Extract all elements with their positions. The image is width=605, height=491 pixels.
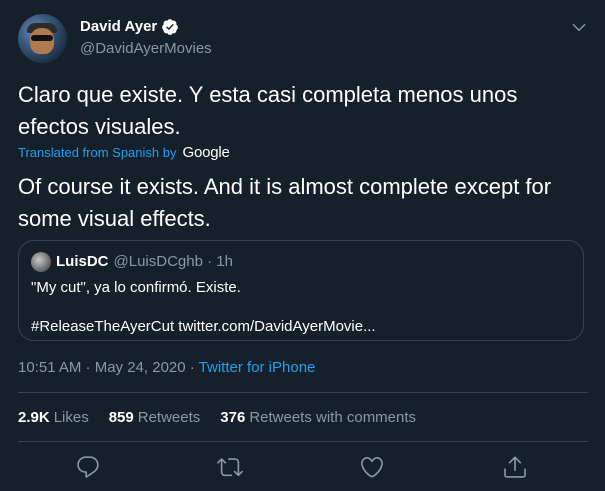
likes-count: 2.9K (18, 409, 50, 426)
quoted-hashtag-link-line: #ReleaseTheAyerCut twitter.com/DavidAyer… (31, 318, 376, 335)
author-name[interactable]: David Ayer (80, 17, 212, 37)
translated-label: Translated from Spanish by (18, 145, 177, 160)
quoted-avatar (31, 252, 51, 272)
tweet-source-link[interactable]: Twitter for iPhone (199, 359, 316, 376)
quoted-handle-time: @LuisDCghb · 1h (113, 253, 233, 270)
author-handle[interactable]: @DavidAyerMovies (80, 39, 212, 59)
quoted-tweet[interactable]: LuisDC @LuisDCghb · 1h "My cut", ya lo c… (18, 240, 584, 341)
author-block: David Ayer @DavidAyerMovies (80, 17, 212, 59)
tweet-translated-text: Of course it exists. And it is almost co… (18, 174, 552, 231)
chevron-down-icon[interactable] (570, 18, 588, 36)
divider (18, 441, 588, 442)
share-icon[interactable] (502, 454, 528, 480)
likes-label: Likes (53, 409, 89, 426)
tweet-card: David Ayer @DavidAyerMovies Claro que ex… (0, 0, 605, 491)
tweet-stats: 2.9K Likes 859 Retweets 376 Retweets with c… (18, 408, 436, 428)
quoted-text-line: "My cut", ya lo confirmó. Existe. (31, 279, 241, 296)
quoted-header: LuisDC @LuisDCghb · 1h (31, 252, 233, 272)
google-logo: Google (182, 144, 230, 161)
verified-badge-icon (162, 19, 179, 35)
avatar[interactable] (18, 14, 67, 63)
quotes-label: Retweets with comments (249, 409, 417, 426)
likes-stat[interactable]: 2.9K Likes (18, 408, 89, 428)
reply-icon[interactable] (75, 454, 101, 480)
quoted-display-name: LuisDC (56, 253, 109, 270)
tweet-header: David Ayer @DavidAyerMovies (18, 14, 588, 64)
heart-icon[interactable] (359, 454, 385, 480)
translation-attribution[interactable]: Translated from Spanish by Google (18, 145, 230, 161)
tweet-actions (0, 454, 605, 482)
retweet-icon[interactable] (217, 454, 243, 480)
author-display-name[interactable]: David Ayer (80, 17, 157, 37)
quotes-stat[interactable]: 376 Retweets with comments (220, 408, 416, 428)
tweet-meta: 10:51 AM · May 24, 2020 · Twitter for iP… (18, 358, 315, 378)
retweets-label: Retweets (137, 409, 201, 426)
quotes-count: 376 (220, 409, 246, 426)
retweets-stat[interactable]: 859 Retweets (109, 408, 201, 428)
tweet-original-text: Claro que existe. Y esta casi completa m… (18, 82, 518, 139)
retweets-count: 859 (108, 409, 134, 426)
divider (18, 392, 588, 393)
tweet-timestamp[interactable]: 10:51 AM · May 24, 2020 · (18, 359, 199, 376)
